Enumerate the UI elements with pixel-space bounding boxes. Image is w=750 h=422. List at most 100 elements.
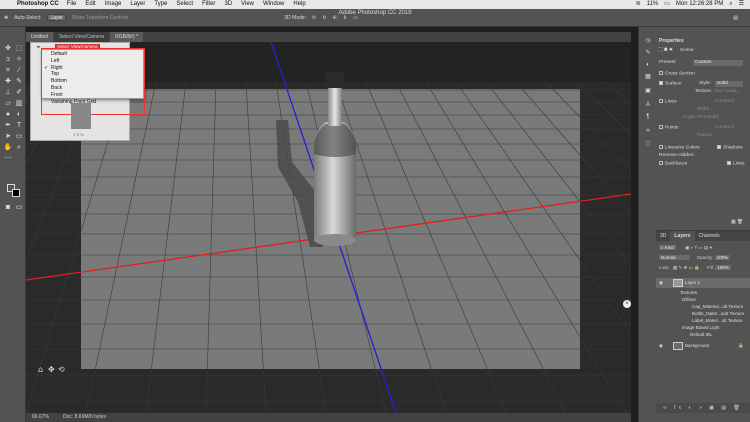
close-icon[interactable]: ×	[623, 300, 631, 308]
history-brush-icon[interactable]: ✐	[14, 88, 24, 97]
screen-mode-icon[interactable]: ▭	[14, 203, 24, 212]
layer-row-cap-material[interactable]: Cap_Material...ult Texture	[656, 303, 750, 310]
info-icon[interactable]: ⓘ	[644, 141, 652, 149]
hand-icon[interactable]: ✋	[3, 143, 13, 152]
pen-icon[interactable]: ✒	[3, 121, 13, 130]
menu-layer[interactable]: Layer	[130, 0, 145, 9]
roll-3d-icon[interactable]: ↻	[322, 15, 326, 21]
layer-row-ibl[interactable]: Image Based Light	[656, 324, 750, 331]
opacity-field[interactable]: 100%	[714, 255, 731, 260]
fill-field[interactable]: 100%	[715, 265, 731, 270]
shadows-row[interactable]: Shadows	[717, 145, 743, 151]
move-tool-icon[interactable]: ✥	[4, 15, 8, 21]
shadows-checkbox[interactable]	[717, 145, 721, 149]
tab-3d[interactable]: 3D	[656, 231, 670, 241]
slide-3d-icon[interactable]: ⇕	[343, 15, 347, 21]
blur-icon[interactable]: ●	[3, 110, 13, 119]
tab-untitled[interactable]: Untitled	[26, 32, 53, 42]
auto-select-dropdown[interactable]: Layer	[47, 14, 66, 21]
zoom-level[interactable]: 66.67%	[32, 413, 49, 422]
history-panel-icon[interactable]: ◷	[644, 37, 652, 45]
lines-row[interactable]: Lines Constant	[659, 99, 749, 105]
menu-file[interactable]: File	[67, 0, 77, 9]
tab-channels[interactable]: Channels	[695, 231, 724, 241]
lines-style-value[interactable]: Constant	[715, 99, 743, 105]
menu-item-right[interactable]: ✓ Right	[42, 65, 143, 72]
search-icon[interactable]: ⌕	[729, 0, 732, 9]
layer-row-default-ibl[interactable]: Default IBL	[656, 331, 750, 338]
orbit-3d-icon[interactable]: ⟳	[312, 15, 316, 21]
texture-value[interactable]: Not Availa...	[715, 89, 743, 95]
menu-item-top[interactable]: Top	[42, 71, 143, 78]
shape-icon[interactable]: ▭	[14, 132, 24, 141]
background-color-swatch[interactable]	[12, 189, 20, 197]
app-menu[interactable]: Photoshop CC	[17, 0, 59, 9]
layer-row-bottle-material[interactable]: Bottle_Mater...ault Texture	[656, 310, 750, 317]
menu-image[interactable]: Image	[105, 0, 122, 9]
points-checkbox[interactable]	[659, 125, 663, 129]
eraser-icon[interactable]: ▱	[3, 99, 13, 108]
lines-checkbox[interactable]	[659, 99, 663, 103]
menu-help[interactable]: Help	[293, 0, 305, 9]
lock-icons[interactable]: ▦ ✎ ✥ ▭ 🔒	[673, 265, 700, 270]
layer-row-layer1[interactable]: ◉ Layer 1	[656, 278, 750, 288]
surface-row[interactable]: Surface Style: Solid	[659, 81, 749, 87]
presets-dropdown[interactable]: Custom	[693, 60, 743, 66]
adjustments-icon[interactable]: ◐	[644, 61, 652, 69]
linearize-row[interactable]: Linearize Colors Shadows	[659, 145, 749, 151]
menu-list-icon[interactable]: ☰	[739, 0, 744, 9]
menu-item-bottom[interactable]: Bottom	[42, 78, 143, 85]
marquee-icon[interactable]: ⬚	[14, 44, 24, 53]
battery-icon[interactable]: ▭	[664, 0, 670, 9]
tab-select-view[interactable]: Select View/Camera	[53, 32, 110, 42]
character-icon[interactable]: A	[644, 101, 652, 109]
surface-checkbox[interactable]	[659, 81, 663, 85]
brush-icon[interactable]: ✎	[14, 77, 24, 86]
scale-3d-icon[interactable]: ▭	[353, 15, 358, 21]
linearize-checkbox[interactable]	[659, 145, 663, 149]
surface-style-dropdown[interactable]: Solid	[715, 81, 743, 87]
scene-icons[interactable]: ⛶ ◉ ✦	[659, 48, 673, 53]
bottle-cap[interactable]	[326, 72, 344, 88]
zoom-icon[interactable]: ⌕	[14, 143, 24, 152]
menu-item-back[interactable]: Back	[42, 85, 143, 92]
layer-row-label-material[interactable]: Label_Materi...ult Texture	[656, 317, 750, 324]
menu-select[interactable]: Select	[176, 0, 193, 9]
kind-filter-dropdown[interactable]: ⌕ Kind	[659, 245, 676, 250]
brush-panel-icon[interactable]: ✎	[644, 49, 652, 57]
type-icon[interactable]: T	[14, 121, 24, 130]
libraries-icon[interactable]: ▣	[644, 87, 652, 95]
paragraph-icon[interactable]: ¶	[644, 113, 652, 121]
move-icon[interactable]: ✥	[3, 44, 13, 53]
layer-row-background[interactable]: ◉ Background 🔒	[656, 341, 750, 351]
layer-row-diffuse[interactable]: Diffuse	[656, 296, 750, 303]
eye-icon[interactable]: ◉	[659, 278, 663, 288]
tab-layers[interactable]: Layers	[670, 231, 695, 241]
lasso-icon[interactable]: ↄ	[3, 55, 13, 64]
properties-footer-icons[interactable]: ▦ 🗑	[659, 220, 749, 226]
cross-section-checkbox[interactable]	[659, 71, 663, 75]
layer-row-textures[interactable]: Textures	[656, 289, 750, 296]
backfaces-row[interactable]: Backfaces Lines	[659, 161, 749, 167]
battery-percent[interactable]: 11%	[647, 0, 659, 9]
menu-item-default[interactable]: Default	[42, 51, 143, 58]
swatches-icon[interactable]: ▦	[644, 73, 652, 81]
eyedropper-icon[interactable]: ⁄	[14, 66, 24, 75]
clock[interactable]: Mon 12:26:28 PM	[676, 0, 723, 9]
dodge-icon[interactable]: ◐	[14, 110, 24, 119]
points-row[interactable]: Points Constant	[659, 125, 749, 131]
path-select-icon[interactable]: ➤	[3, 132, 13, 141]
eye-icon[interactable]: ◉	[659, 341, 663, 351]
menu-window[interactable]: Window	[263, 0, 284, 9]
menu-3d[interactable]: 3D	[224, 0, 232, 9]
lines-hidden-checkbox[interactable]	[727, 161, 731, 165]
menu-filter[interactable]: Filter	[202, 0, 215, 9]
workspace-icon[interactable]: ▤	[733, 15, 738, 21]
blend-mode-dropdown[interactable]: Normal	[659, 255, 690, 260]
crop-icon[interactable]: ⌗	[3, 66, 13, 75]
menu-type[interactable]: Type	[154, 0, 167, 9]
gradient-icon[interactable]: ▥	[14, 99, 24, 108]
drag-3d-icon[interactable]: ✣	[332, 15, 336, 21]
edit-toolbar-icon[interactable]: ⋯	[3, 154, 13, 163]
transform-controls-label[interactable]: Show Transform Controls	[72, 15, 128, 21]
